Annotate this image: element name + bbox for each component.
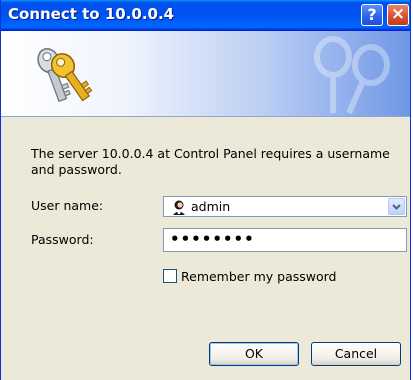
help-button[interactable]: ? [361, 4, 383, 26]
banner [1, 31, 410, 117]
server-message: The server 10.0.0.4 at Control Panel req… [31, 146, 390, 177]
password-label: Password: [31, 232, 94, 247]
remember-password-checkbox[interactable] [163, 269, 177, 283]
username-label: User name: [31, 198, 104, 213]
title-bar[interactable]: Connect to 10.0.0.4 ? × [1, 0, 410, 31]
chevron-down-icon [392, 204, 401, 210]
user-icon [173, 200, 185, 215]
window-title: Connect to 10.0.0.4 [8, 5, 175, 23]
keys-icon [37, 47, 93, 103]
password-value: •••••••• [170, 230, 255, 248]
connect-dialog: Connect to 10.0.0.4 ? × The server 10.0.… [0, 0, 411, 380]
keys-watermark-icon [314, 36, 390, 115]
username-value: admin [191, 199, 231, 214]
close-button[interactable]: × [387, 4, 409, 26]
remember-password-label[interactable]: Remember my password [181, 269, 337, 284]
password-field[interactable]: •••••••• [163, 228, 407, 252]
username-combobox[interactable]: admin [163, 196, 407, 217]
dropdown-arrow-button[interactable] [388, 198, 405, 215]
ok-button[interactable]: OK [209, 342, 299, 366]
cancel-button[interactable]: Cancel [311, 342, 401, 366]
